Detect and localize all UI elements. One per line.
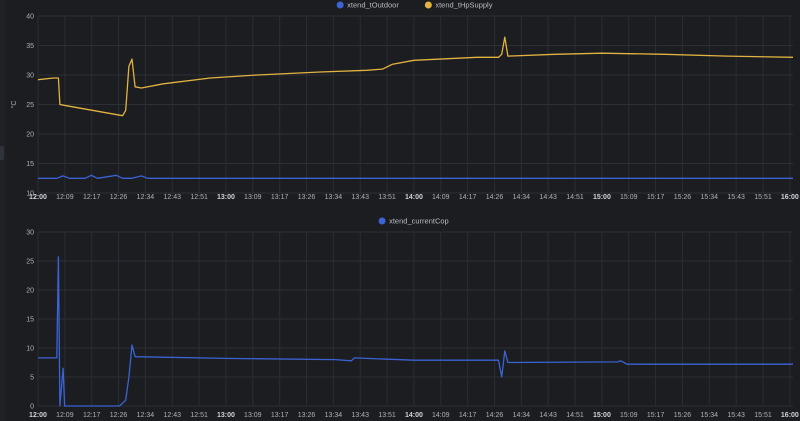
x-tick-label: 15:09 <box>620 194 638 201</box>
x-tick-label: 12:09 <box>56 194 74 201</box>
x-tick-label: 14:43 <box>539 412 557 419</box>
x-tick-label: 16:00 <box>781 194 799 201</box>
x-tick-label: 12:51 <box>190 412 208 419</box>
y-tick-label: 40 <box>26 14 34 21</box>
y-tick-label: 25 <box>26 102 34 109</box>
x-tick-label: 14:26 <box>486 412 504 419</box>
y-tick-label: 20 <box>26 288 34 295</box>
x-tick-label: 15:43 <box>727 194 745 201</box>
x-tick-label: 13:00 <box>217 194 235 201</box>
x-tick-label: 13:00 <box>217 412 235 419</box>
x-tick-label: 13:26 <box>298 194 316 201</box>
y-tick-label: 15 <box>26 317 34 324</box>
x-tick-label: 14:09 <box>432 194 450 201</box>
y-tick-label: 20 <box>26 132 34 139</box>
x-tick-label: 14:51 <box>566 412 584 419</box>
x-tick-label: 12:00 <box>29 194 47 201</box>
x-tick-label: 12:26 <box>110 194 128 201</box>
x-tick-label: 13:43 <box>351 194 369 201</box>
x-tick-label: 13:34 <box>325 412 343 419</box>
x-tick-label: 14:51 <box>566 194 584 201</box>
legend-label: xtend_currentCop <box>389 217 449 226</box>
x-tick-label: 13:51 <box>378 194 396 201</box>
x-tick-label: 15:00 <box>593 412 611 419</box>
x-tick-label: 15:26 <box>674 194 692 201</box>
x-tick-label: 15:17 <box>647 194 665 201</box>
x-tick-label: 13:26 <box>298 412 316 419</box>
x-tick-label: 14:00 <box>405 194 423 201</box>
x-tick-label: 15:51 <box>754 412 772 419</box>
x-tick-label: 13:17 <box>271 194 289 201</box>
x-tick-label: 13:09 <box>244 412 262 419</box>
x-tick-label: 15:00 <box>593 194 611 201</box>
x-tick-label: 12:51 <box>190 194 208 201</box>
x-tick-label: 12:17 <box>83 194 101 201</box>
x-tick-label: 15:43 <box>727 412 745 419</box>
y-tick-label: 30 <box>26 73 34 80</box>
y-axis-label: °C <box>10 101 18 109</box>
x-tick-label: 15:09 <box>620 412 638 419</box>
dashboard-canvas: 10 15 20 25 30 35 40 12:00 12:09 12:17 12:26 12:34 1… <box>10 1 799 419</box>
x-tick-label: 14:34 <box>513 194 531 201</box>
x-tick-label: 12:00 <box>29 412 47 419</box>
x-tick-label: 13:51 <box>378 412 396 419</box>
series-line-xtend_tOutdoor <box>38 174 793 179</box>
x-tick-label: 13:09 <box>244 194 262 201</box>
x-tick-label: 12:43 <box>163 194 181 201</box>
x-tick-label: 13:17 <box>271 412 289 419</box>
x-tick-label: 15:51 <box>754 194 772 201</box>
x-tick-label: 14:17 <box>459 194 477 201</box>
x-tick-label: 15:34 <box>701 412 719 419</box>
x-tick-label: 14:17 <box>459 412 477 419</box>
x-tick-label: 14:09 <box>432 412 450 419</box>
x-tick-label: 13:43 <box>351 412 369 419</box>
x-tick-label: 12:43 <box>163 412 181 419</box>
series-line-xtend_currentCop <box>38 256 793 407</box>
y-tick-label: 10 <box>26 346 34 353</box>
x-tick-label: 14:43 <box>539 194 557 201</box>
legend-label: xtend_tHpSupply <box>435 1 492 10</box>
y-tick-label: 15 <box>26 161 34 168</box>
legend-marker[interactable] <box>336 1 344 9</box>
x-tick-label: 12:09 <box>56 412 74 419</box>
legend-label: xtend_tOutdoor <box>347 1 399 10</box>
x-tick-label: 15:17 <box>647 412 665 419</box>
x-tick-label: 14:34 <box>513 412 531 419</box>
y-tick-label: 25 <box>26 259 34 266</box>
series-line-xtend_tHpSupply <box>37 36 794 117</box>
x-tick-label: 15:26 <box>674 412 692 419</box>
legend-marker[interactable] <box>424 1 432 9</box>
x-tick-label: 16:00 <box>781 412 799 419</box>
legend-marker[interactable] <box>378 217 386 225</box>
x-tick-label: 12:17 <box>83 412 101 419</box>
y-tick-label: 0 <box>30 404 34 411</box>
y-tick-label: 5 <box>30 375 34 382</box>
x-tick-label: 13:34 <box>325 194 343 201</box>
x-tick-label: 12:34 <box>137 194 155 201</box>
x-tick-label: 14:00 <box>405 412 423 419</box>
x-tick-label: 15:34 <box>701 194 719 201</box>
x-tick-label: 12:34 <box>137 412 155 419</box>
x-tick-label: 12:26 <box>110 412 128 419</box>
y-tick-label: 35 <box>26 43 34 50</box>
y-tick-label: 30 <box>26 230 34 237</box>
x-tick-label: 14:26 <box>486 194 504 201</box>
